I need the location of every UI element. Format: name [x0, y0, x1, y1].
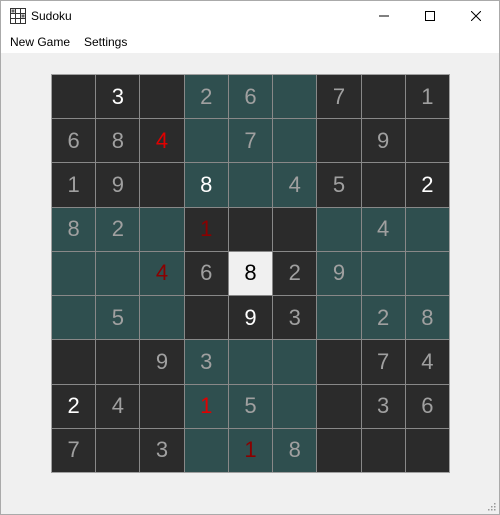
board-cell[interactable]: 6: [405, 384, 449, 428]
board-cell[interactable]: 5: [228, 384, 273, 428]
board-cell[interactable]: 2: [52, 384, 96, 428]
board-cell[interactable]: [96, 340, 140, 384]
board-cell[interactable]: 6: [52, 119, 96, 163]
menu-bar: New Game Settings: [1, 31, 499, 53]
board-cell[interactable]: [96, 428, 140, 472]
board-cell[interactable]: 3: [361, 384, 405, 428]
board-cell[interactable]: [52, 296, 96, 340]
board-cell[interactable]: 7: [52, 428, 96, 472]
board-cell[interactable]: 4: [140, 119, 184, 163]
board-cell[interactable]: 8: [405, 296, 449, 340]
board-cell[interactable]: 9: [361, 119, 405, 163]
menu-new-game[interactable]: New Game: [10, 35, 70, 49]
board-cell[interactable]: 1: [184, 207, 228, 251]
board-cell[interactable]: 5: [317, 163, 361, 207]
resize-grip-icon[interactable]: [486, 501, 496, 511]
board-cell[interactable]: [52, 340, 96, 384]
maximize-button[interactable]: [407, 1, 453, 31]
board-cell[interactable]: 8: [184, 163, 228, 207]
sudoku-board: 3267168479198452821446829593289374241536…: [51, 74, 450, 473]
board-cell[interactable]: [405, 119, 449, 163]
board-cell[interactable]: [405, 428, 449, 472]
window-title: Sudoku: [31, 9, 72, 23]
board-cell[interactable]: 9: [140, 340, 184, 384]
board-cell[interactable]: [273, 75, 317, 119]
board-cell[interactable]: 3: [273, 296, 317, 340]
board-cell[interactable]: 5: [96, 296, 140, 340]
board-cell[interactable]: 1: [52, 163, 96, 207]
board-cell[interactable]: 1: [228, 428, 273, 472]
board-cell[interactable]: [184, 428, 228, 472]
board-cell[interactable]: 9: [228, 296, 273, 340]
board-cell[interactable]: [317, 428, 361, 472]
board-cell[interactable]: 2: [184, 75, 228, 119]
board-cell[interactable]: [96, 251, 140, 296]
board-cell[interactable]: [140, 207, 184, 251]
board-cell[interactable]: [228, 340, 273, 384]
board-cell[interactable]: [140, 384, 184, 428]
board-cell[interactable]: [184, 296, 228, 340]
board-cell[interactable]: [405, 251, 449, 296]
board-cell[interactable]: 1: [184, 384, 228, 428]
board-cell[interactable]: 3: [96, 75, 140, 119]
board-cell[interactable]: 8: [273, 428, 317, 472]
board-cell[interactable]: 3: [184, 340, 228, 384]
board-cell[interactable]: 2: [96, 207, 140, 251]
board-cell[interactable]: 9: [317, 251, 361, 296]
board-cell[interactable]: 4: [140, 251, 184, 296]
title-bar[interactable]: Sudoku: [1, 1, 499, 31]
board-cell[interactable]: 2: [405, 163, 449, 207]
minimize-button[interactable]: [361, 1, 407, 31]
board-cell[interactable]: [361, 75, 405, 119]
board-cell[interactable]: 9: [96, 163, 140, 207]
maximize-icon: [425, 11, 435, 21]
board-cell[interactable]: 4: [273, 163, 317, 207]
board-cell[interactable]: 7: [361, 340, 405, 384]
minimize-icon: [379, 15, 389, 17]
board-cell[interactable]: 3: [140, 428, 184, 472]
board-cell[interactable]: [140, 75, 184, 119]
menu-settings[interactable]: Settings: [84, 35, 127, 49]
board-cell[interactable]: [228, 163, 273, 207]
board-cell[interactable]: [317, 296, 361, 340]
board-cell[interactable]: 8: [96, 119, 140, 163]
board-cell[interactable]: 4: [96, 384, 140, 428]
board-cell[interactable]: 8: [52, 207, 96, 251]
sudoku-grid-icon: [10, 8, 26, 24]
board-cell[interactable]: [273, 207, 317, 251]
board-cell[interactable]: [52, 75, 96, 119]
board-cell[interactable]: [228, 207, 273, 251]
board-cell[interactable]: [361, 428, 405, 472]
board-cell[interactable]: [317, 340, 361, 384]
board-cell[interactable]: [140, 296, 184, 340]
board-cell[interactable]: 1: [405, 75, 449, 119]
board-cell[interactable]: 7: [317, 75, 361, 119]
app-window: Sudoku New Game Settings 326716847919845…: [0, 0, 500, 515]
board-cell[interactable]: 7: [228, 119, 273, 163]
board-cell[interactable]: 4: [361, 207, 405, 251]
board-cell[interactable]: [361, 163, 405, 207]
board-cell[interactable]: [52, 251, 96, 296]
board-cell[interactable]: 4: [405, 340, 449, 384]
board-cell[interactable]: [184, 119, 228, 163]
close-button[interactable]: [453, 1, 499, 31]
board-cell[interactable]: [273, 384, 317, 428]
board-cell[interactable]: [317, 384, 361, 428]
board-cell[interactable]: [361, 251, 405, 296]
board-cell[interactable]: [273, 119, 317, 163]
board-cell[interactable]: [317, 207, 361, 251]
board-cell[interactable]: 6: [228, 75, 273, 119]
board-cell[interactable]: 8: [228, 251, 273, 296]
board-cell[interactable]: 2: [361, 296, 405, 340]
board-cell[interactable]: [317, 119, 361, 163]
board-cell[interactable]: [140, 163, 184, 207]
board-cell[interactable]: [405, 207, 449, 251]
board-cell[interactable]: [273, 340, 317, 384]
close-icon: [471, 11, 481, 21]
board-cell[interactable]: 6: [184, 251, 228, 296]
board-cell[interactable]: 2: [273, 251, 317, 296]
